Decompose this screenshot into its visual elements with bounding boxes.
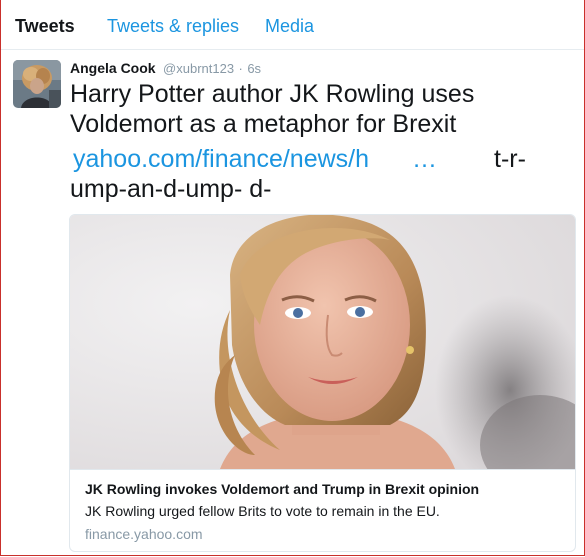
tab-tweets-and-replies[interactable]: Tweets & replies <box>107 16 239 37</box>
tweet-link-ellipsis[interactable]: … <box>412 144 437 174</box>
tweet-link-wrap: ump-an-d-ump- d- <box>70 175 272 203</box>
avatar-image <box>13 60 61 108</box>
card-domain: finance.yahoo.com <box>85 526 203 542</box>
author-handle[interactable]: @xubrnt123 <box>163 61 234 76</box>
profile-timeline: Tweets Tweets & replies Media Angela Coo… <box>0 0 585 556</box>
separator-dot: · <box>238 61 243 76</box>
tweet-link-url[interactable]: yahoo.com/finance/news/h <box>73 144 369 174</box>
profile-tabs: Tweets Tweets & replies Media <box>1 0 584 50</box>
card-title[interactable]: JK Rowling invokes Voldemort and Trump i… <box>85 481 479 497</box>
tab-tweets[interactable]: Tweets <box>15 16 75 37</box>
link-preview-card[interactable]: JK Rowling invokes Voldemort and Trump i… <box>69 214 576 552</box>
card-description: JK Rowling urged fellow Brits to vote to… <box>85 503 440 519</box>
tweet-text-line: Voldemort as a metaphor for Brexit <box>70 110 457 138</box>
tab-media[interactable]: Media <box>265 16 314 37</box>
tweet-timestamp[interactable]: 6s <box>247 61 261 76</box>
card-image[interactable] <box>70 215 575 469</box>
avatar[interactable] <box>13 60 61 108</box>
card-photo <box>70 215 575 469</box>
tweet-link-trailing: t-r- <box>494 145 526 173</box>
card-body: JK Rowling invokes Voldemort and Trump i… <box>70 469 575 551</box>
author-name[interactable]: Angela Cook <box>70 60 156 76</box>
tweet-text-line: Harry Potter author JK Rowling uses <box>70 80 475 108</box>
tweet-header: Angela Cook @xubrnt123 · 6s <box>70 60 261 78</box>
